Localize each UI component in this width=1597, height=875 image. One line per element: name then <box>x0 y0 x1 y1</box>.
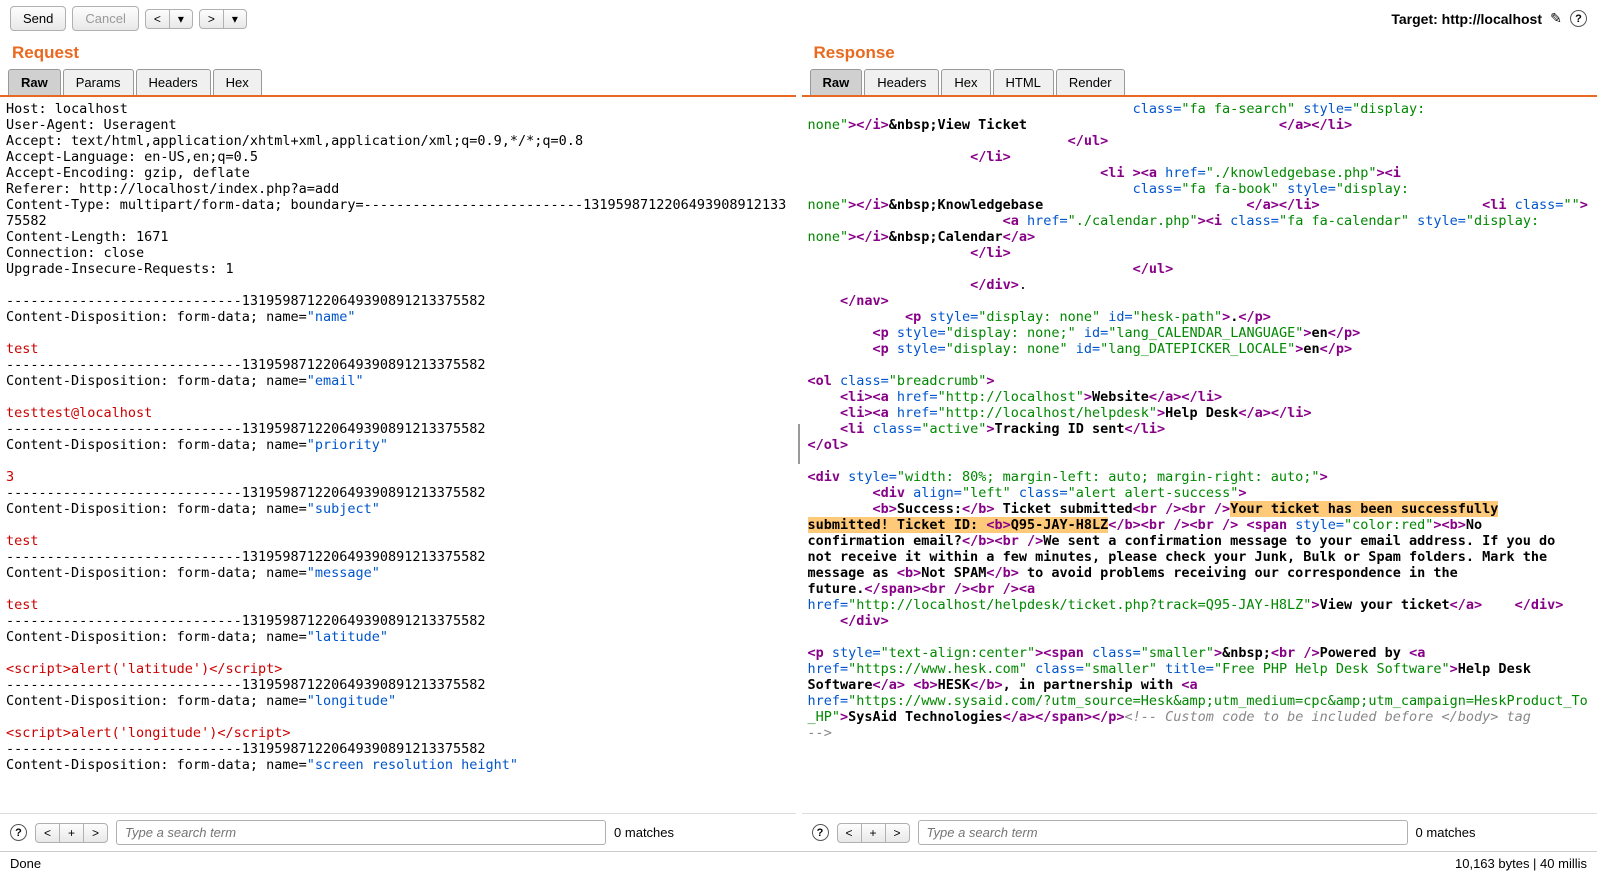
tab-params[interactable]: Params <box>63 69 134 95</box>
help-icon[interactable]: ? <box>812 824 829 841</box>
history-back-button[interactable]: < <box>145 9 170 29</box>
request-panel: Request Raw Params Headers Hex Host: loc… <box>0 37 796 851</box>
tab-headers[interactable]: Headers <box>864 69 939 95</box>
response-tabs: Raw Headers Hex HTML Render <box>802 69 1597 97</box>
target-label: Target: http://localhost <box>1391 11 1542 27</box>
request-title: Request <box>0 37 796 69</box>
history-back-menu[interactable]: ▾ <box>169 9 193 29</box>
response-search-input[interactable] <box>918 820 1408 845</box>
history-forward-menu[interactable]: ▾ <box>223 9 247 29</box>
tab-html[interactable]: HTML <box>993 69 1054 95</box>
search-next-button[interactable]: > <box>885 823 910 843</box>
search-add-button[interactable]: + <box>861 823 886 843</box>
response-matches: 0 matches <box>1416 825 1476 840</box>
response-search-bar: ? < + > 0 matches <box>802 813 1597 851</box>
history-forward-button[interactable]: > <box>199 9 224 29</box>
help-icon[interactable]: ? <box>10 824 27 841</box>
request-search-input[interactable] <box>116 820 606 845</box>
search-prev-button[interactable]: < <box>35 823 60 843</box>
tab-hex[interactable]: Hex <box>213 69 262 95</box>
response-panel: Response Raw Headers Hex HTML Render cla… <box>802 37 1597 851</box>
toolbar: Send Cancel < ▾ > ▾ Target: http://local… <box>0 0 1597 37</box>
cancel-button[interactable]: Cancel <box>72 6 138 31</box>
tab-render[interactable]: Render <box>1056 69 1125 95</box>
tab-raw[interactable]: Raw <box>8 69 61 95</box>
tab-headers[interactable]: Headers <box>136 69 211 95</box>
tab-hex[interactable]: Hex <box>941 69 990 95</box>
bytes-label: 10,163 bytes | 40 millis <box>1455 856 1587 871</box>
edit-target-icon[interactable]: ✎ <box>1548 11 1564 27</box>
send-button[interactable]: Send <box>10 6 66 31</box>
status-text: Done <box>10 856 41 871</box>
search-next-button[interactable]: > <box>83 823 108 843</box>
help-icon[interactable]: ? <box>1570 10 1587 27</box>
tab-raw[interactable]: Raw <box>810 69 863 95</box>
status-bar: Done 10,163 bytes | 40 millis <box>0 851 1597 875</box>
response-title: Response <box>802 37 1597 69</box>
search-add-button[interactable]: + <box>59 823 84 843</box>
response-editor[interactable]: class="fa fa-search" style="display: non… <box>802 97 1597 813</box>
request-editor[interactable]: Host: localhost User-Agent: Useragent Ac… <box>0 97 796 813</box>
request-search-bar: ? < + > 0 matches <box>0 813 796 851</box>
request-tabs: Raw Params Headers Hex <box>0 69 796 97</box>
search-prev-button[interactable]: < <box>837 823 862 843</box>
request-matches: 0 matches <box>614 825 674 840</box>
